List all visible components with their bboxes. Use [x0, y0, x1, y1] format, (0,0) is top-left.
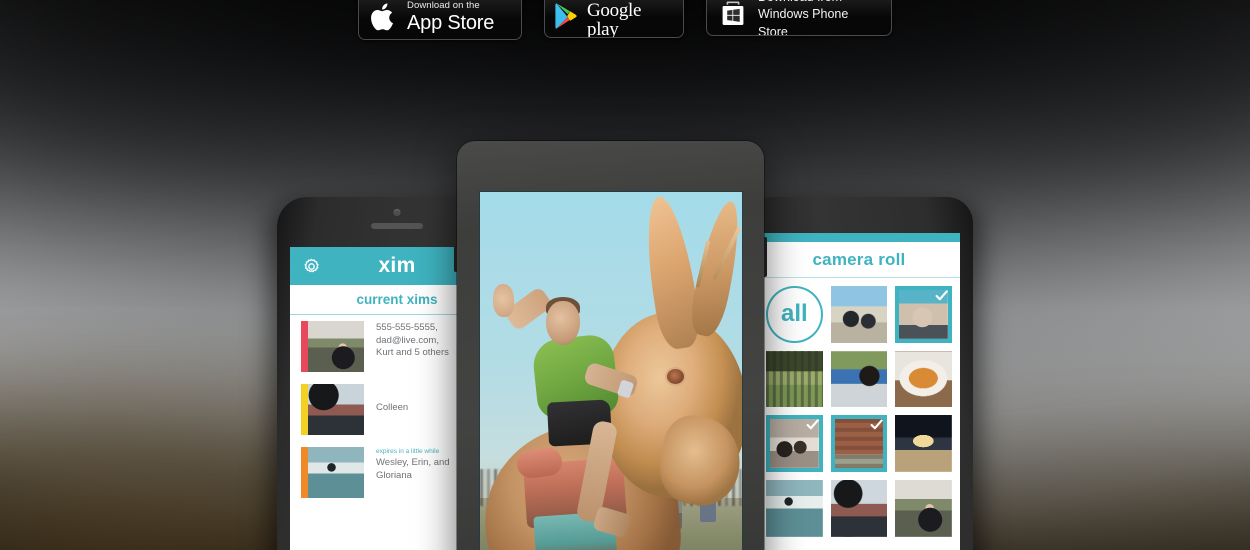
- photo-tile[interactable]: [895, 415, 952, 473]
- photo-grain-overlay: [480, 192, 742, 550]
- camera-roll-grid: all: [758, 278, 960, 537]
- windows-phone-store-badge[interactable]: Download from Windows Phone Store: [706, 0, 892, 36]
- photo-thumbnail: [766, 350, 823, 408]
- camera-roll-title: camera roll: [812, 249, 906, 269]
- center-phone-screen: [479, 191, 743, 550]
- google-play-triangle-icon: [555, 2, 577, 29]
- photo-tile-selected[interactable]: [895, 286, 952, 343]
- photo-tile-selected[interactable]: [766, 415, 823, 473]
- current-xims-tab-label: current xims: [356, 292, 438, 307]
- google-play-badge-text: GET IT ON Google play: [587, 0, 674, 38]
- list-item-thumbnail-group: [301, 447, 364, 498]
- photo-tile[interactable]: [766, 480, 823, 537]
- google-play-line2: Google play: [587, 0, 674, 38]
- photo-thumbnail: [895, 415, 952, 473]
- photo-tile[interactable]: [895, 350, 952, 408]
- photo-tile[interactable]: [830, 286, 888, 343]
- app-store-badge[interactable]: Download on the App Store: [358, 0, 522, 40]
- apple-logo-icon: [371, 3, 393, 31]
- store-badge-strip: Download on the App Store GET IT ON Goog…: [0, 0, 1250, 46]
- app-store-line2: App Store: [407, 11, 495, 34]
- camera-roll-top-bar: [758, 233, 960, 242]
- checkmark-icon: [935, 290, 948, 301]
- camera-roll-header: camera roll: [758, 242, 960, 278]
- list-item-color-bar: [301, 447, 308, 498]
- right-phone-screen: camera roll all: [758, 233, 960, 550]
- checkmark-icon: [870, 419, 884, 430]
- windows-phone-store-badge-text: Download from Windows Phone Store: [758, 0, 880, 36]
- photo-thumbnail: [830, 480, 888, 537]
- list-item-thumbnail-group: [301, 384, 364, 435]
- photo-thumbnail: [895, 350, 952, 408]
- photo-thumbnail: [766, 480, 823, 537]
- jackalope-rider-photo: [480, 192, 742, 550]
- list-item-thumbnail: [308, 384, 364, 435]
- gear-icon[interactable]: [302, 257, 321, 276]
- google-play-badge[interactable]: GET IT ON Google play: [544, 0, 684, 38]
- all-photos-button[interactable]: all: [766, 286, 823, 343]
- photo-thumbnail: [895, 480, 952, 537]
- app-store-line1: Download on the: [407, 0, 480, 12]
- all-photos-button-label: all: [766, 286, 823, 343]
- center-phone-device: [454, 141, 767, 550]
- google-play-word-google: Google: [587, 0, 642, 21]
- photo-tile[interactable]: [895, 480, 952, 537]
- google-play-word-play: play: [587, 19, 619, 38]
- photo-tile-selected[interactable]: [830, 415, 888, 473]
- list-item-thumbnail: [308, 321, 364, 372]
- earpiece-speaker: [371, 223, 423, 229]
- volume-button[interactable]: [454, 246, 457, 272]
- app-store-badge-text: Download on the App Store: [407, 1, 494, 33]
- power-button[interactable]: [764, 237, 767, 277]
- photo-thumbnail: [830, 286, 888, 343]
- photo-tile[interactable]: [830, 350, 888, 408]
- windows-store-bag-icon: [722, 1, 744, 25]
- list-item-color-bar: [301, 321, 308, 372]
- list-item-thumbnail-group: [301, 321, 364, 372]
- photo-thumbnail: [830, 350, 888, 408]
- windows-store-line2: Windows Phone Store: [758, 7, 849, 36]
- photo-tile[interactable]: [766, 350, 823, 408]
- right-phone-device: camera roll all: [745, 197, 973, 550]
- photo-tile[interactable]: [830, 480, 888, 537]
- checkmark-icon: [806, 419, 819, 430]
- front-camera-icon: [393, 209, 401, 216]
- list-item-color-bar: [301, 384, 308, 435]
- list-item-thumbnail: [308, 447, 364, 498]
